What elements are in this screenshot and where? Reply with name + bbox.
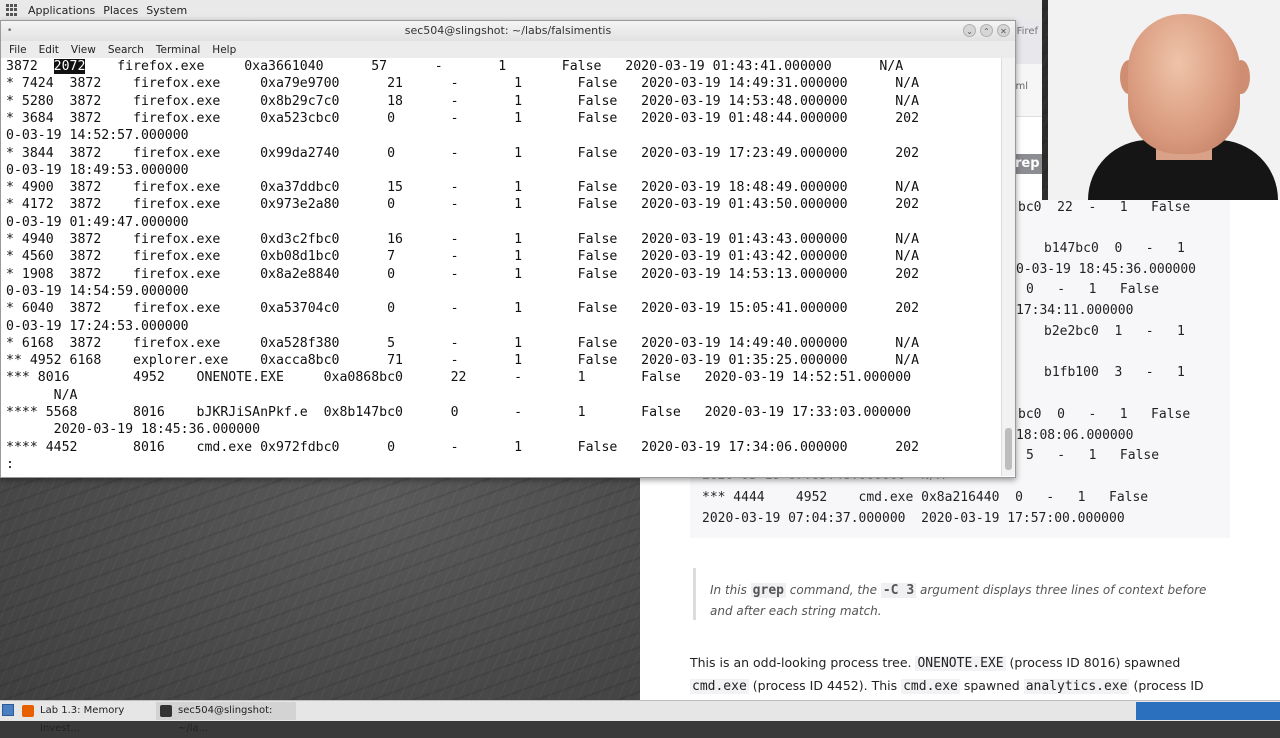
terminal-line: 3872 2072 firefox.exe 0xa3661040 57 - 1 … (6, 59, 904, 74)
scrollbar-thumb[interactable] (1005, 428, 1012, 470)
terminal-line: ** 4952 6168 explorer.exe 0xacca8bc0 71 … (6, 353, 920, 369)
terminal-output[interactable]: 3872 2072 firefox.exe 0xa3661040 57 - 1 … (1, 58, 1001, 476)
code-line: b1fb100 3 - 1 (1044, 365, 1185, 380)
places-menu[interactable]: Places (103, 4, 138, 17)
bottom-taskbar: Lab 1.3: Memory Invest... sec504@slingsh… (0, 700, 1280, 734)
inline-code: -C 3 (880, 583, 917, 598)
applications-grid-icon[interactable] (6, 4, 18, 16)
terminal-line: * 6168 3872 firefox.exe 0xa528f380 5 - 1… (6, 335, 920, 351)
terminal-window[interactable]: • sec504@slingshot: ~/labs/falsimentis ⌄… (0, 20, 1016, 478)
blockquote-text: In this grep command, the -C 3 argument … (710, 583, 1207, 618)
minimize-icon[interactable]: ⌄ (963, 24, 976, 37)
show-desktop-icon[interactable] (2, 704, 14, 716)
terminal-icon (160, 705, 172, 717)
section-heading: rep (1012, 154, 1042, 174)
terminal-line: * 7424 3872 firefox.exe 0xa79e9700 21 - … (6, 76, 920, 92)
blockquote-bar (693, 568, 696, 620)
top-panel: Applications Places System (0, 0, 1042, 21)
terminal-line: * 4900 3872 firefox.exe 0xa37ddbc0 15 - … (6, 180, 920, 196)
code-line: bc0 22 - 1 False (1018, 200, 1191, 215)
terminal-line: * 4940 3872 firefox.exe 0xd3c2fbc0 16 - … (6, 232, 920, 247)
terminal-scrollbar[interactable] (1001, 58, 1015, 476)
terminal-line: *** 8016 4952 ONENOTE.EXE 0xa0868bc0 22 … (6, 370, 912, 386)
code-line: 5 - 1 False (1026, 448, 1160, 463)
inline-code: grep (750, 583, 786, 598)
menu-help[interactable]: Help (212, 44, 236, 56)
terminal-line: * 1908 3872 firefox.exe 0x8a2e8840 0 - 1… (6, 266, 920, 282)
menu-view[interactable]: View (71, 44, 96, 56)
terminal-line: 0-03-19 01:49:47.000000 (6, 214, 189, 230)
selected-text: 2072 (53, 59, 86, 74)
code-line: bc0 0 - 1 False (1018, 407, 1191, 422)
window-title: sec504@slingshot: ~/labs/falsimentis (404, 24, 612, 37)
presenter-webcam (1048, 0, 1280, 200)
code-line: 0 - 1 False (1026, 282, 1160, 297)
code-line: b147bc0 0 - 1 (1044, 241, 1185, 256)
terminal-menubar: File Edit View Search Terminal Help (1, 41, 1015, 58)
maximize-icon[interactable]: ⌃ (980, 24, 993, 37)
presenter-head (1128, 14, 1240, 154)
menu-edit[interactable]: Edit (39, 44, 59, 56)
terminal-prompt[interactable]: : (6, 456, 14, 473)
code-line: 2020-03-19 07:04:37.000000 2020-03-19 17… (702, 511, 1125, 526)
terminal-line: * 4172 3872 firefox.exe 0x973e2a80 0 - 1… (6, 197, 920, 213)
code-line: 18:08:06.000000 (1016, 428, 1134, 443)
terminal-titlebar[interactable]: • sec504@slingshot: ~/labs/falsimentis ⌄… (1, 21, 1015, 41)
terminal-line: * 3684 3872 firefox.exe 0xa523cbc0 0 - 1… (6, 110, 920, 126)
menu-search[interactable]: Search (108, 44, 144, 56)
window-menu-icon[interactable]: • (7, 21, 12, 41)
inline-code: ONENOTE.EXE (915, 656, 1006, 671)
code-line: 17:34:11.000000 (1016, 303, 1134, 318)
inline-code: cmd.exe (901, 679, 960, 694)
terminal-line: N/A (6, 387, 78, 403)
system-menu[interactable]: System (146, 4, 187, 17)
taskbar-item-terminal[interactable]: sec504@slingshot: ~/la... (156, 702, 296, 734)
terminal-line: * 3844 3872 firefox.exe 0x99da2740 0 - 1… (6, 145, 920, 161)
taskbar-item-browser[interactable]: Lab 1.3: Memory Invest... (18, 702, 158, 734)
menu-terminal[interactable]: Terminal (156, 44, 200, 56)
firefox-icon (22, 705, 34, 717)
system-tray[interactable] (1136, 702, 1280, 720)
terminal-line: 0-03-19 17:24:53.000000 (6, 318, 189, 334)
inline-code: analytics.exe (1023, 679, 1130, 694)
terminal-line: 2020-03-19 18:45:36.000000 (6, 422, 261, 438)
terminal-line: * 6040 3872 firefox.exe 0xa53704c0 0 - 1… (6, 301, 920, 317)
inline-code: cmd.exe (690, 679, 749, 694)
terminal-line: * 5280 3872 firefox.exe 0x8b29c7c0 18 - … (6, 93, 920, 109)
terminal-line: **** 5568 8016 bJKRJiSAnPkf.e 0x8b147bc0… (6, 405, 912, 420)
close-icon[interactable]: ✕ (997, 24, 1010, 37)
terminal-line: * 4560 3872 firefox.exe 0xb08d1bc0 7 - 1… (6, 249, 920, 265)
code-line: b2e2bc0 1 - 1 (1044, 324, 1185, 339)
menu-file[interactable]: File (9, 44, 27, 56)
terminal-line: 0-03-19 14:54:59.000000 (6, 283, 189, 299)
applications-menu[interactable]: Applications (28, 4, 95, 17)
terminal-line: 0-03-19 14:52:57.000000 (6, 128, 189, 144)
terminal-line: 0-03-19 18:49:53.000000 (6, 162, 189, 178)
code-line: 0-03-19 18:45:36.000000 (1016, 262, 1197, 277)
code-line: *** 4444 4952 cmd.exe 0x8a216440 0 - 1 F… (702, 490, 1149, 505)
terminal-line: **** 4452 8016 cmd.exe 0x972fdbc0 0 - 1 … (6, 439, 920, 455)
